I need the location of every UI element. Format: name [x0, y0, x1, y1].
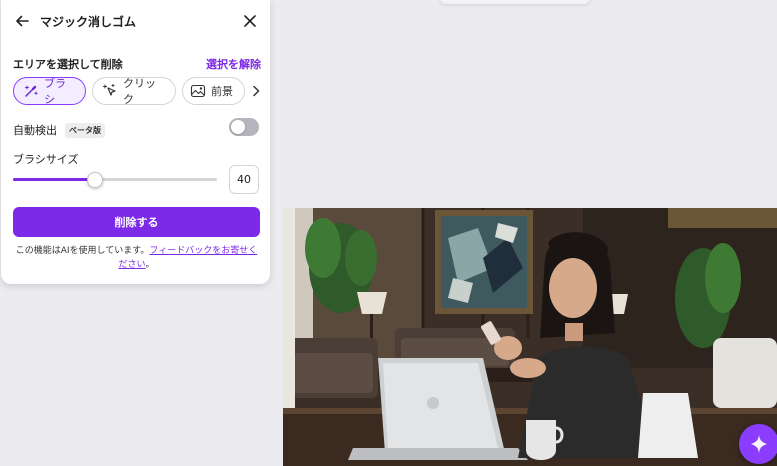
auto-detect-toggle[interactable] [229, 118, 259, 136]
close-icon[interactable] [241, 12, 259, 30]
back-arrow-icon[interactable] [13, 12, 31, 30]
toggle-knob [231, 120, 245, 134]
select-area-label: エリアを選択して削除 [13, 58, 123, 71]
floating-toolbar-edge [440, 0, 590, 4]
clear-selection-link[interactable]: 選択を解除 [206, 56, 261, 72]
brush-size-label: ブラシサイズ [13, 153, 79, 166]
brush-size-slider[interactable] [13, 172, 217, 188]
mode-brush-label: ブラシ [44, 77, 66, 106]
magic-assistant-button[interactable] [739, 424, 777, 464]
magic-click-icon [103, 84, 116, 96]
mode-foreground-button[interactable]: 前景 [182, 77, 245, 105]
panel-title: マジック消しゴム [40, 15, 137, 29]
ai-notice-text: この機能はAIを使用しています。 [15, 246, 150, 256]
panel-header: マジック消しゴム [1, 0, 270, 42]
auto-detect-label: 自動検出 [13, 124, 57, 137]
image-foreground-icon [190, 84, 206, 98]
mode-foreground-label: 前景 [211, 85, 233, 98]
auto-detect-row: 自動検出 ベータ版 [13, 122, 105, 138]
slider-thumb[interactable] [86, 172, 103, 188]
beta-badge: ベータ版 [65, 122, 105, 138]
brush-size-input[interactable] [229, 165, 259, 194]
magic-brush-icon [25, 85, 38, 97]
mode-click-button[interactable]: クリック [92, 77, 176, 106]
magic-eraser-panel: マジック消しゴム エリアを選択して削除 選択を解除 ブラシ クリック 前景 自動… [1, 0, 270, 284]
chevron-right-icon[interactable] [250, 84, 262, 98]
slider-fill [13, 178, 95, 181]
sparkle-icon [751, 435, 767, 453]
ai-notice: この機能はAIを使用しています。フィードバックをお寄せください。 [13, 244, 260, 272]
canvas-image[interactable] [283, 208, 777, 466]
editor-stage: マジック消しゴム エリアを選択して削除 選択を解除 ブラシ クリック 前景 自動… [0, 0, 777, 466]
mode-click-label: クリック [123, 77, 156, 106]
erase-button[interactable]: 削除する [13, 207, 260, 237]
photo-woman-laptop-phone [283, 208, 777, 466]
ai-notice-suffix: 。 [145, 260, 155, 270]
mode-brush-button[interactable]: ブラシ [13, 77, 86, 106]
